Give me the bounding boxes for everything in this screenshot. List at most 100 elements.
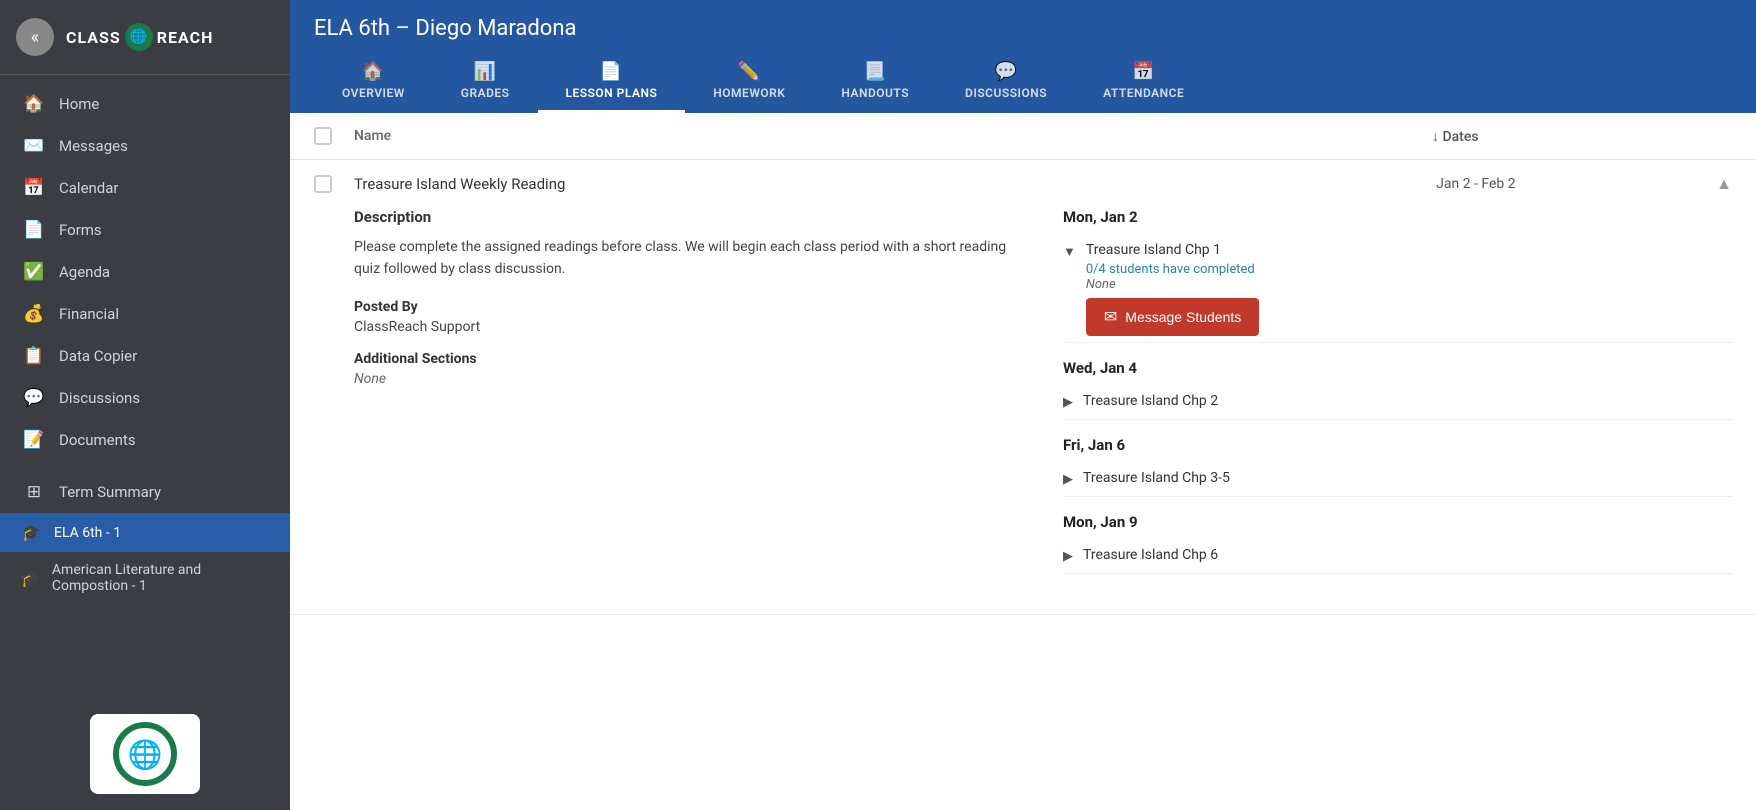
lesson-row-header[interactable]: Treasure Island Weekly Reading Jan 2 - F… [290,160,1756,208]
sidebar-item-home-label: Home [59,95,99,113]
day-item-content-0-0: Treasure Island Chp 1 0/4 students have … [1086,242,1732,336]
sidebar-class-amlit-label: American Literature and Compostion - 1 [52,562,270,594]
additional-sections-label: Additional Sections [354,351,1023,367]
lesson-dates: Jan 2 - Feb 2 [1436,176,1716,192]
day-item-2-0: ▶ Treasure Island Chp 3-5 [1063,464,1732,497]
sidebar-item-agenda[interactable]: ✅ Agenda [0,251,290,293]
sidebar-item-discussions[interactable]: 💬 Discussions [0,377,290,419]
calendar-icon: 📅 [23,178,45,198]
homework-icon: ✏️ [738,61,761,82]
posted-by-label: Posted By [354,299,1023,315]
day-item-1-0: ▶ Treasure Island Chp 2 [1063,387,1732,420]
sidebar-item-term-summary[interactable]: ⊞ Term Summary [0,471,290,513]
tab-discussions-icon: 💬 [995,61,1018,82]
tab-discussions[interactable]: 💬 DISCUSSIONS [937,53,1075,113]
schedule-day-3: Mon, Jan 9 ▶ Treasure Island Chp 6 [1063,513,1732,574]
handouts-icon: 📃 [864,61,887,82]
col-dates-header[interactable]: ↓ Dates [1432,128,1732,145]
main-header: ELA 6th – Diego Maradona 🏠 OVERVIEW 📊 GR… [290,0,1756,113]
sidebar-item-data-copier-label: Data Copier [59,347,137,365]
tab-homework[interactable]: ✏️ HOMEWORK [685,53,813,113]
messages-icon: ✉️ [23,136,45,156]
brand-logo: 🌐 [90,714,200,794]
tab-bar: 🏠 OVERVIEW 📊 GRADES 📄 LESSON PLANS ✏️ HO… [314,53,1732,113]
tab-homework-label: HOMEWORK [713,86,785,100]
lesson-plans-icon: 📄 [600,61,623,82]
table-header: Name ↓ Dates [290,113,1756,160]
day-label-3: Mon, Jan 9 [1063,513,1732,531]
sidebar-item-forms[interactable]: 📄 Forms [0,209,290,251]
sidebar-term-summary-label: Term Summary [59,483,161,501]
schedule-day-2: Fri, Jan 6 ▶ Treasure Island Chp 3-5 [1063,436,1732,497]
lesson-name: Treasure Island Weekly Reading [354,175,1436,193]
sidebar-item-documents-label: Documents [59,431,136,449]
select-all-checkbox[interactable] [314,127,332,145]
lesson-select-checkbox[interactable] [314,175,332,193]
day-label-0: Mon, Jan 2 [1063,208,1732,226]
back-icon: « [31,27,39,48]
sidebar-item-home[interactable]: 🏠 Home [0,83,290,125]
day-item-expand-icon[interactable]: ▼ [1063,244,1076,260]
sidebar-item-data-copier[interactable]: 📋 Data Copier [0,335,290,377]
additional-sections-value: None [354,371,1023,387]
agenda-icon: ✅ [23,262,45,282]
day-item-0-0: ▼ Treasure Island Chp 1 0/4 students hav… [1063,236,1732,343]
app-logo: CLASS 🌐 REACH [66,23,213,51]
message-students-button[interactable]: ✉ Message Students [1086,298,1259,336]
tab-attendance-label: ATTENDANCE [1103,86,1184,100]
lesson-expanded: Description Please complete the assigned… [290,208,1756,614]
tab-lesson-plans[interactable]: 📄 LESSON PLANS [538,53,686,113]
lesson-checkbox[interactable] [314,175,354,193]
sidebar-item-documents[interactable]: 📝 Documents [0,419,290,461]
schedule-day-1: Wed, Jan 4 ▶ Treasure Island Chp 2 [1063,359,1732,420]
sidebar-class-ela6[interactable]: 🎓 ELA 6th - 1 [0,513,290,552]
posted-by-value: ClassReach Support [354,319,1023,335]
sidebar-class-amlit[interactable]: 🎓 American Literature and Compostion - 1 [0,552,290,604]
page-title: ELA 6th – Diego Maradona [314,16,1732,41]
sidebar-item-financial[interactable]: 💰 Financial [0,293,290,335]
day-item-expand-icon-2[interactable]: ▶ [1063,472,1073,487]
tab-overview[interactable]: 🏠 OVERVIEW [314,53,433,113]
sidebar-item-messages[interactable]: ✉️ Messages [0,125,290,167]
grades-icon: 📊 [474,61,497,82]
sidebar-item-calendar-label: Calendar [59,179,119,197]
day-item-name-2-0: Treasure Island Chp 3-5 [1083,470,1732,486]
main-content: ELA 6th – Diego Maradona 🏠 OVERVIEW 📊 GR… [290,0,1756,810]
day-item-content-1-0: Treasure Island Chp 2 [1083,393,1732,413]
day-item-name-1-0: Treasure Island Chp 2 [1083,393,1732,409]
sidebar-nav: 🏠 Home ✉️ Messages 📅 Calendar 📄 Forms ✅ … [0,75,290,698]
sidebar-logo-bottom: 🌐 [0,698,290,810]
lesson-collapse-toggle[interactable]: ▲ [1716,174,1732,194]
tab-handouts-label: HANDOUTS [841,86,909,100]
back-button[interactable]: « [16,18,54,56]
lesson-plans-content: Name ↓ Dates Treasure Island Weekly Read… [290,113,1756,810]
forms-icon: 📄 [23,220,45,240]
lesson-description: Description Please complete the assigned… [354,208,1023,590]
tab-attendance[interactable]: 📅 ATTENDANCE [1075,53,1212,113]
data-copier-icon: 📋 [23,346,45,366]
completion-status[interactable]: 0/4 students have completed [1086,262,1732,277]
day-label-2: Fri, Jan 6 [1063,436,1732,454]
col-dates-label: ↓ Dates [1432,128,1479,145]
sidebar-item-discussions-label: Discussions [59,389,140,407]
class-ela6-icon: 🎓 [20,523,42,542]
sidebar-class-ela6-label: ELA 6th - 1 [54,525,121,541]
sidebar-item-calendar[interactable]: 📅 Calendar [0,167,290,209]
completion-none: None [1086,277,1732,292]
brand-logo-circle: 🌐 [113,722,177,786]
sidebar-item-messages-label: Messages [59,137,128,155]
description-title: Description [354,208,1023,226]
home-icon: 🏠 [23,94,45,114]
schedule-day-0: Mon, Jan 2 ▼ Treasure Island Chp 1 0/4 s… [1063,208,1732,343]
header-checkbox-col [314,127,354,145]
sidebar-header: « CLASS 🌐 REACH [0,0,290,75]
tab-handouts[interactable]: 📃 HANDOUTS [813,53,937,113]
day-item-expand-icon-1[interactable]: ▶ [1063,395,1073,410]
tab-grades[interactable]: 📊 GRADES [433,53,538,113]
logo-text-reach: REACH [157,28,214,47]
lesson-row: Treasure Island Weekly Reading Jan 2 - F… [290,160,1756,615]
day-item-expand-icon-3[interactable]: ▶ [1063,549,1073,564]
day-item-content-3-0: Treasure Island Chp 6 [1083,547,1732,567]
tab-grades-label: GRADES [461,86,510,100]
term-summary-icon: ⊞ [23,482,45,502]
